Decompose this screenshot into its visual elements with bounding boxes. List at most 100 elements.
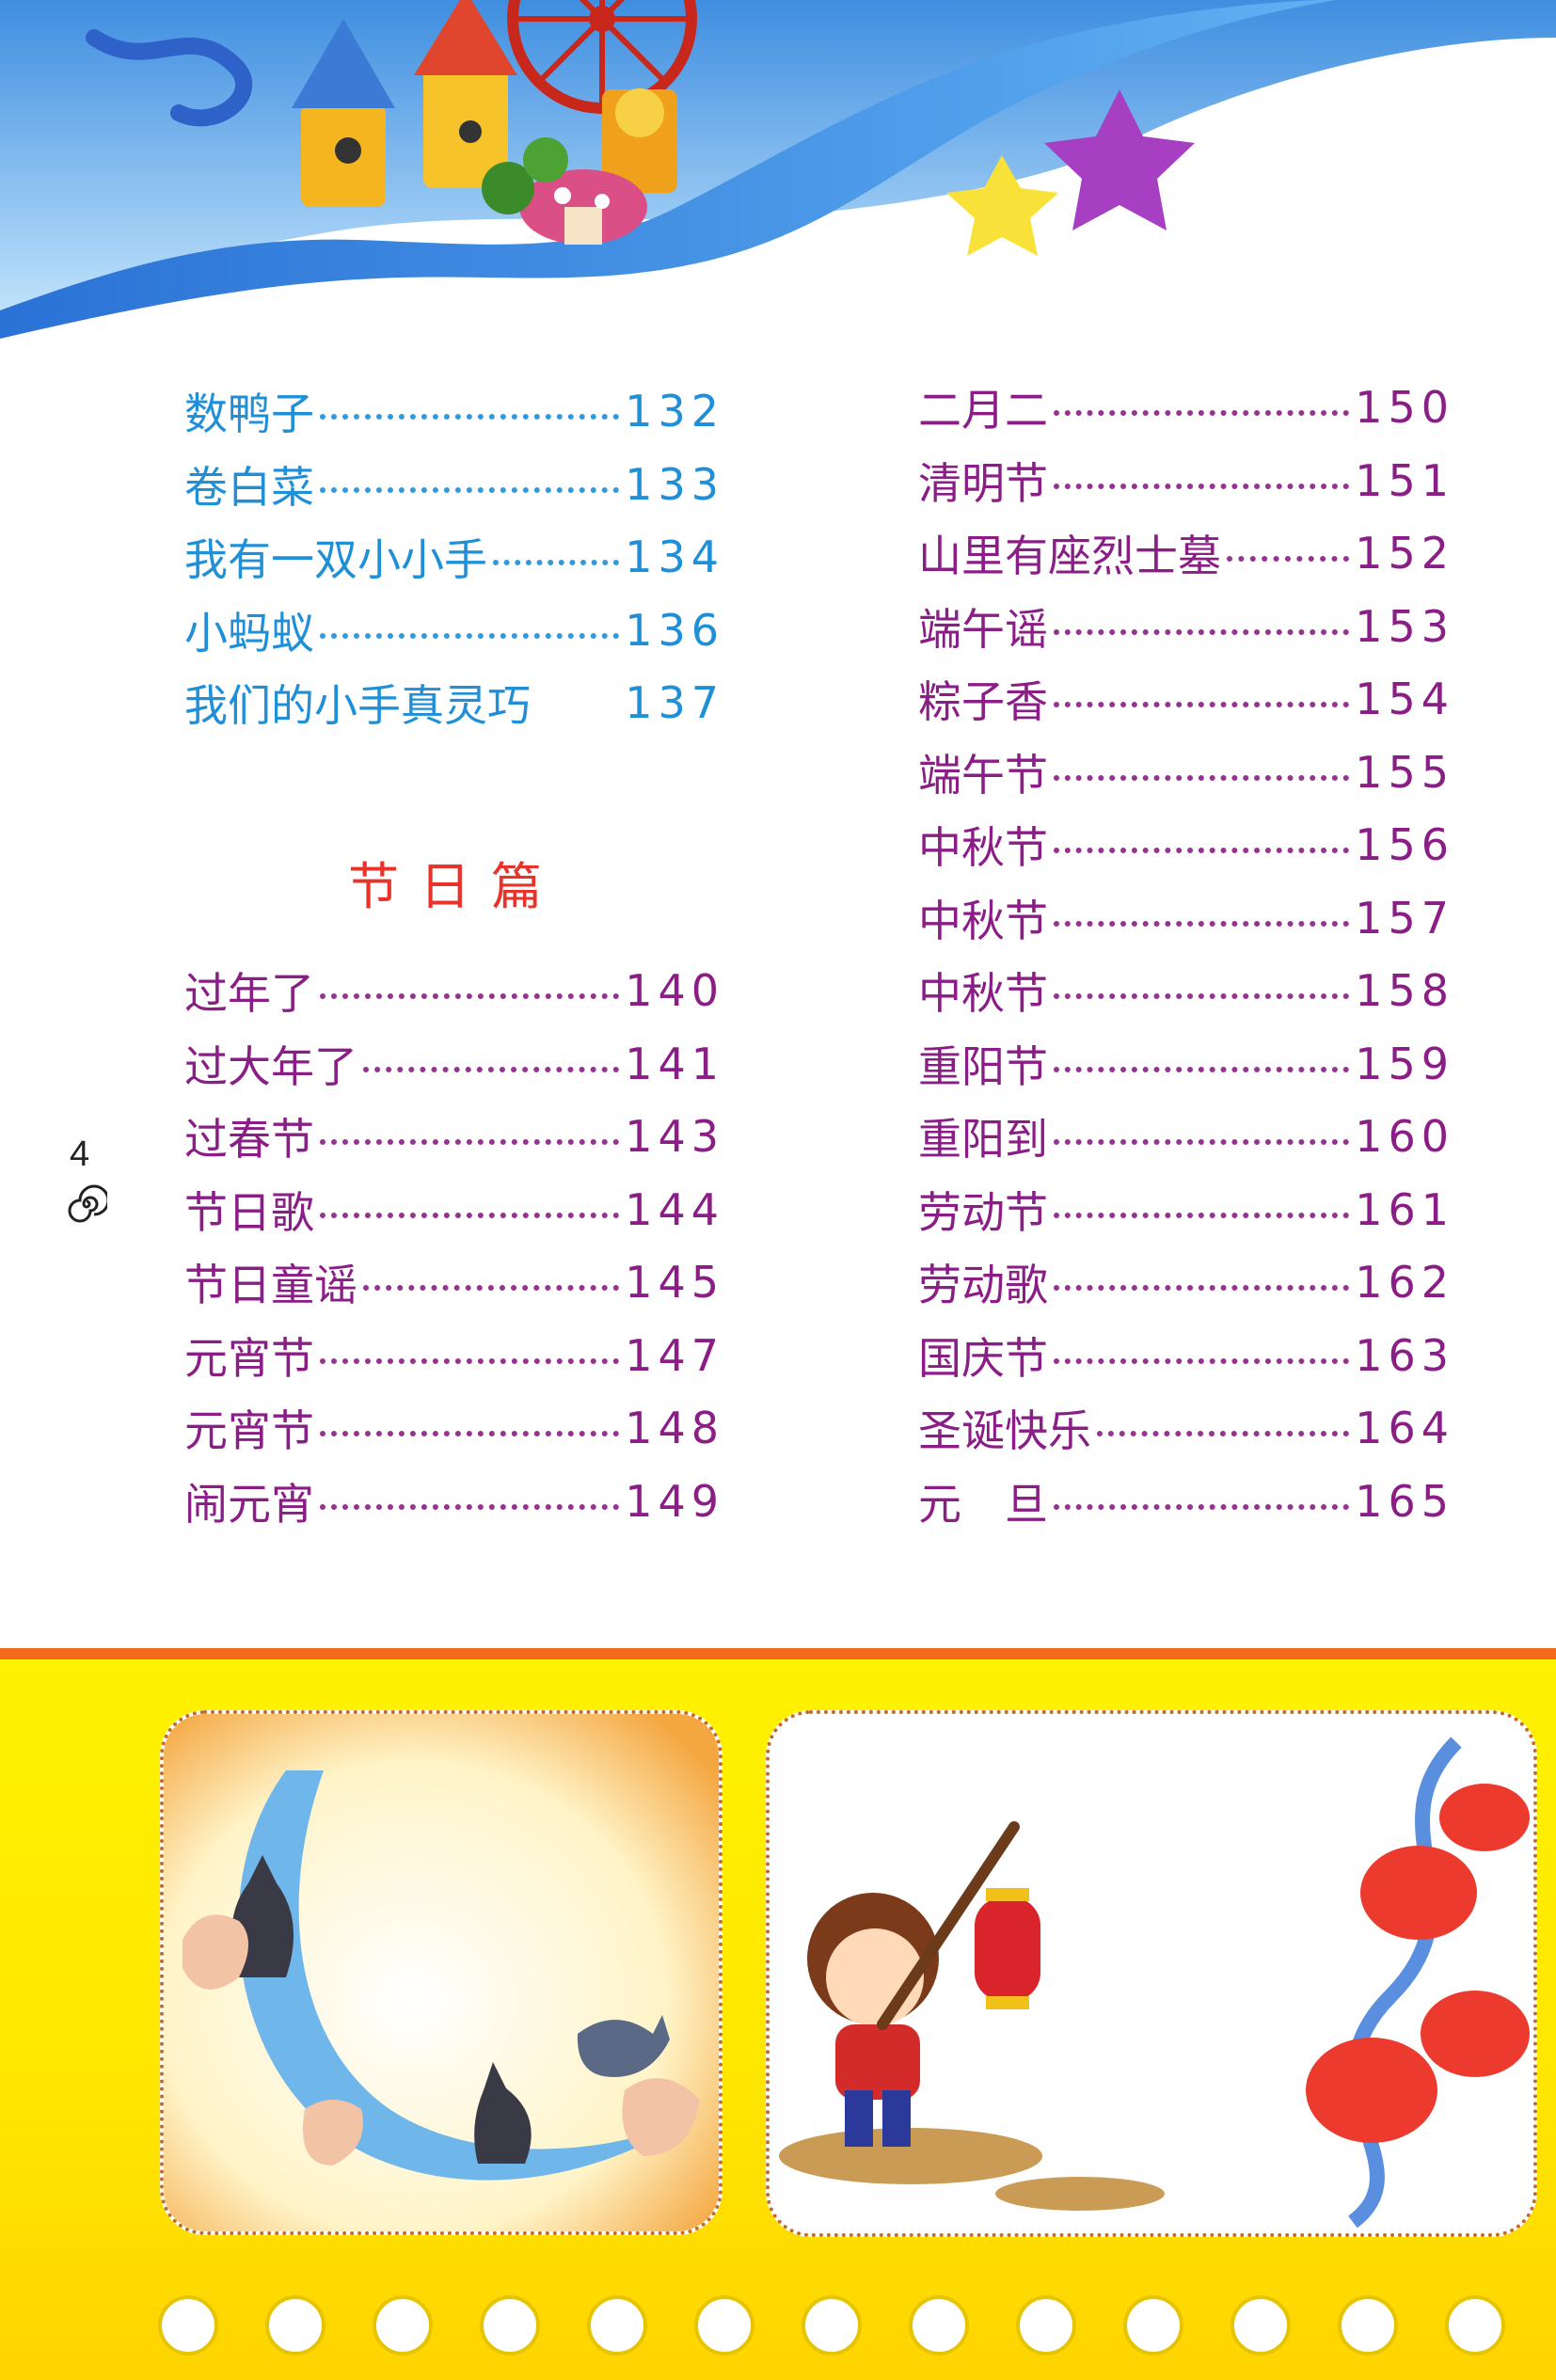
toc-leader (493, 560, 620, 565)
toc-entry-title: 过大年了 (184, 1040, 357, 1092)
toc-entry: 圣诞快乐 164 (918, 1397, 1454, 1459)
toc-leader (320, 1139, 620, 1145)
toc-entry: 节日童谣 145 (184, 1251, 724, 1313)
toc-entry: 清明节 151 (918, 450, 1454, 512)
toc-entry-page: 144 (625, 1183, 724, 1235)
toc-leader (1054, 1357, 1350, 1364)
toc-entry-page: 158 (1355, 965, 1454, 1016)
binding-hole (1016, 2295, 1076, 2356)
binding-hole (1231, 2295, 1291, 2356)
binding-hole (587, 2295, 647, 2356)
binding-hole (158, 2295, 218, 2356)
toc-leader (320, 486, 620, 493)
toc-leader (320, 632, 620, 639)
toc-entry-title: 劳动歌 (918, 1260, 1048, 1310)
toc-entry-page: 150 (1355, 382, 1454, 433)
toc-entry-title: 节日童谣 (184, 1260, 357, 1310)
toc-entry: 劳动歌 162 (918, 1251, 1454, 1313)
toc-entry-page: 136 (625, 604, 724, 656)
toc-entry-title: 中秋节 (918, 968, 1048, 1019)
toc-entry: 二月二 150 (918, 376, 1454, 438)
toc-entry-title: 元 旦 (918, 1478, 1048, 1530)
toc-entry: 节日歌 144 (184, 1179, 724, 1241)
toc-entry-title: 重阳节 (918, 1040, 1048, 1092)
toc-entry-title: 过春节 (184, 1114, 314, 1165)
toc-leader (320, 1212, 620, 1218)
toc-leader (1054, 1139, 1350, 1145)
toc-entry-page: 153 (1355, 600, 1454, 652)
toc-entry-title: 清明节 (918, 457, 1048, 509)
toc-entry: 国庆节 163 (918, 1325, 1454, 1387)
toc-leader (320, 1357, 620, 1364)
shadow-puppet-illustration (160, 1710, 722, 2235)
toc-entry: 端午节 155 (918, 741, 1454, 803)
binding-hole (1123, 2295, 1183, 2356)
toc-leader (1054, 848, 1350, 853)
toc-entry-title: 节日歌 (184, 1186, 314, 1238)
toc-leader (1054, 410, 1350, 416)
toc-leader (1054, 702, 1350, 707)
toc-entry-page: 156 (1355, 819, 1454, 870)
toc-entry-title: 过年了 (184, 968, 314, 1019)
toc-entry: 元 旦 165 (918, 1470, 1454, 1532)
toc-leader (363, 1285, 620, 1291)
toc-entry-page: 140 (625, 965, 724, 1016)
toc-entry: 元宵节 147 (184, 1325, 724, 1387)
toc-entry-title: 小蚂蚁 (184, 607, 314, 658)
toc-entry-page: 148 (625, 1403, 724, 1453)
toc-leader (363, 1066, 620, 1072)
toc-entry-page: 151 (1355, 454, 1454, 506)
toc-entry-page: 137 (625, 677, 724, 728)
toc-leader (320, 993, 620, 999)
toc-leader (1054, 483, 1350, 489)
toc-leader (320, 414, 620, 420)
binding-hole (1445, 2295, 1505, 2356)
toc-entry-page: 159 (1355, 1038, 1454, 1089)
toc-leader (320, 1503, 620, 1510)
toc-leader (1097, 1431, 1350, 1436)
toc-leader (1054, 993, 1350, 999)
toc-entry-title: 端午谣 (918, 603, 1048, 655)
toc-leader (1054, 774, 1350, 781)
toc-entry: 卷白菜 133 (184, 453, 724, 516)
toc-leader (1054, 1285, 1350, 1291)
toc-entry-title: 圣诞快乐 (918, 1405, 1091, 1456)
toc-entry-page: 149 (625, 1475, 724, 1527)
toc-entry-page: 147 (625, 1329, 724, 1381)
toc-entry-title: 二月二 (918, 385, 1048, 436)
toc-entry: 小蚂蚁 136 (184, 599, 724, 661)
toc-entry-page: 141 (625, 1038, 724, 1089)
toc-entry-page: 157 (1355, 892, 1454, 944)
toc-entry-title: 元宵节 (184, 1332, 314, 1384)
toc-entry: 我有一双小小手 134 (184, 526, 724, 588)
binding-hole (1338, 2295, 1398, 2356)
toc-entry-page: 152 (1355, 528, 1454, 579)
toc-entry-title: 我们的小手真灵巧 (184, 680, 531, 731)
toc-entry-page: 162 (1355, 1257, 1454, 1308)
toc-entry-page: 154 (1355, 674, 1454, 724)
toc-entry-page: 164 (1355, 1403, 1454, 1453)
binding-hole (909, 2295, 969, 2356)
toc-entry-title: 粽子香 (918, 676, 1048, 727)
toc-entry: 数鸭子 132 (184, 380, 724, 442)
toc-entry-title: 数鸭子 (184, 389, 314, 439)
toc-entry-title: 中秋节 (918, 895, 1048, 946)
toc-entry: 端午谣 153 (918, 595, 1454, 658)
toc-entry: 山里有座烈士墓 152 (918, 522, 1454, 584)
toc-entry: 元宵节 148 (184, 1397, 724, 1459)
toc-entry-page: 165 (1355, 1475, 1454, 1527)
toc-entry: 过春节 143 (184, 1105, 724, 1167)
toc-entry-title: 我有一双小小手 (184, 534, 487, 585)
toc-entry-page: 133 (625, 458, 724, 510)
toc-leader (1054, 1503, 1350, 1510)
section-heading: 节日篇 (348, 857, 563, 916)
toc-entry-title: 端午节 (918, 749, 1048, 801)
toc-entry: 劳动节 161 (918, 1179, 1454, 1241)
toc-entry: 过大年了 141 (184, 1033, 724, 1095)
lantern-icon (975, 1888, 1040, 2009)
toc-entry-page: 145 (625, 1257, 724, 1308)
toc-entry: 中秋节 156 (918, 814, 1454, 876)
binding-hole (480, 2295, 540, 2356)
binding-holes (158, 2295, 1505, 2356)
toc-entry-title: 卷白菜 (184, 461, 314, 513)
